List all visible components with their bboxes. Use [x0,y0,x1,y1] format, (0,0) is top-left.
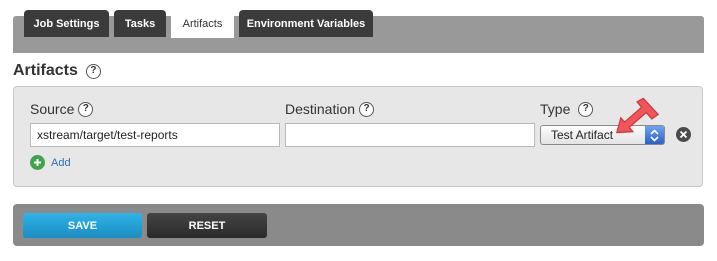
save-button[interactable]: SAVE [23,213,142,238]
source-label-text: Source [30,101,75,117]
source-input[interactable]: xstream/target/test-reports [30,123,280,147]
help-icon[interactable]: ? [85,63,101,79]
add-artifact-link[interactable]: Add [30,155,71,170]
add-label: Add [51,156,71,169]
red-arrow-icon [615,97,660,134]
type-label-text: Type [540,101,571,117]
close-circle-icon[interactable] [676,127,691,142]
tab-environment-variables[interactable]: Environment Variables [239,10,373,37]
section-title-text: Artifacts [13,62,78,79]
section-title: Artifacts ? [13,62,101,80]
help-icon[interactable]: ? [78,101,94,117]
help-icon[interactable]: ? [578,101,594,117]
tab-artifacts[interactable]: Artifacts [171,10,234,38]
reset-button[interactable]: RESET [147,213,267,238]
tab-tasks[interactable]: Tasks [114,10,166,37]
source-label: Source ? [30,101,94,117]
type-label: Type ? [540,101,594,117]
destination-label-text: Destination [285,101,356,117]
destination-input[interactable] [285,123,535,147]
type-select-value: Test Artifact [551,128,614,142]
plus-circle-icon [30,155,45,170]
tab-job-settings[interactable]: Job Settings [24,10,109,37]
help-icon[interactable]: ? [359,101,375,117]
destination-label: Destination ? [285,101,375,117]
